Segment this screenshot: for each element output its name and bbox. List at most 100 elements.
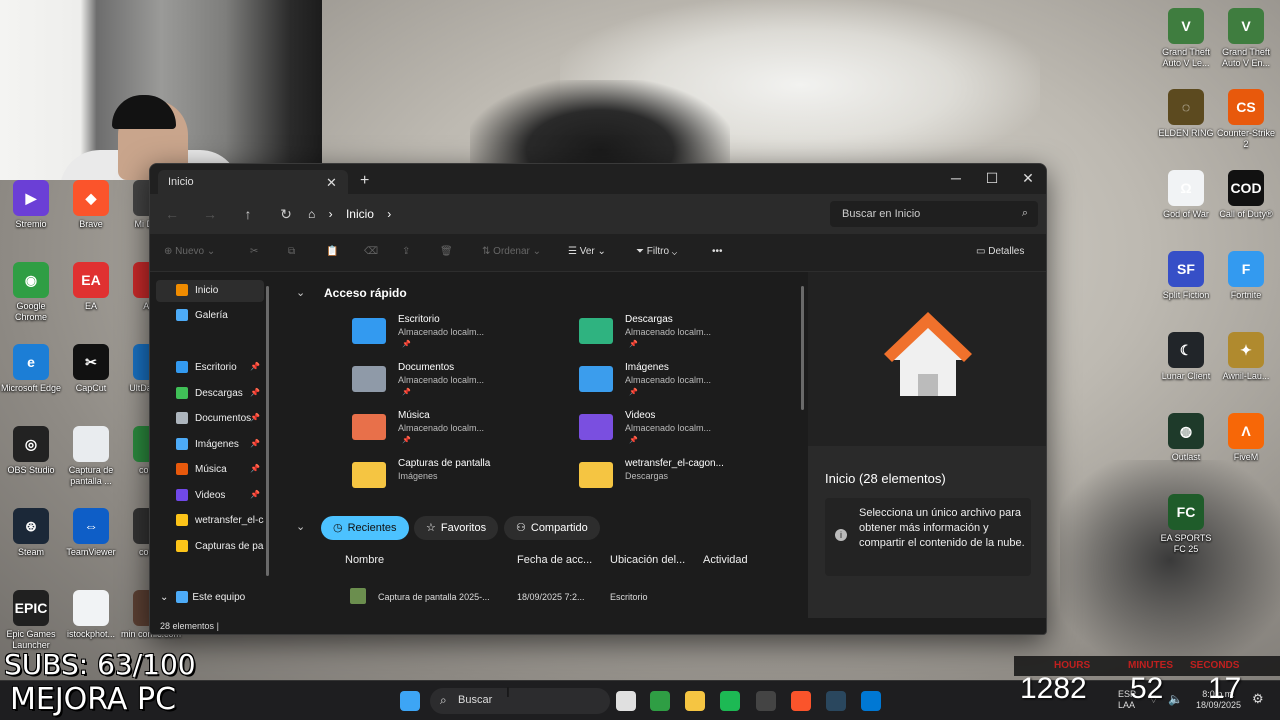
desktop-shortcut[interactable]: EA EA xyxy=(60,262,122,312)
desktop-shortcut[interactable]: ✂ CapCut xyxy=(60,344,122,394)
minimize-button[interactable]: ─ xyxy=(938,166,974,190)
column-header[interactable]: Actividad xyxy=(703,554,748,566)
desktop-shortcut[interactable]: V Grand Theft Auto V En... xyxy=(1215,8,1277,69)
store-icon[interactable] xyxy=(861,691,881,711)
home-icon[interactable]: ⌂ xyxy=(308,207,315,221)
column-header[interactable]: Ubicación del... xyxy=(610,554,685,566)
quick-access-item[interactable]: Imágenes Almacenado localm... 📌 xyxy=(579,362,799,402)
filter-2[interactable]: ⚇ Compartido xyxy=(504,516,600,540)
volume-icon[interactable]: 🔈 xyxy=(1168,693,1183,705)
sidebar-pinned-item[interactable]: Descargas 📌 xyxy=(156,383,264,405)
delete-icon[interactable]: 🗑 xyxy=(440,246,453,257)
sidebar-pinned-item[interactable]: Documentos 📌 xyxy=(156,408,264,430)
desktop-shortcut[interactable]: SF Split Fiction xyxy=(1155,251,1217,301)
obs-taskbar-icon[interactable] xyxy=(756,691,776,711)
close-tab-icon[interactable]: ✕ xyxy=(326,175,337,191)
sidebar-pinned-item[interactable]: wetransfer_el-ca xyxy=(156,510,264,532)
desktop-shortcut[interactable]: ◍ Outlast xyxy=(1155,413,1217,463)
sidebar-pinned-item[interactable]: Imágenes 📌 xyxy=(156,434,264,456)
sidebar-pinned-item[interactable]: Videos 📌 xyxy=(156,485,264,507)
taskview-icon[interactable] xyxy=(616,691,636,711)
filter-1[interactable]: ☆ Favoritos xyxy=(414,516,499,540)
desktop-shortcut[interactable]: e Microsoft Edge xyxy=(0,344,62,394)
forward-button[interactable]: → xyxy=(200,204,220,224)
copy-icon[interactable]: ⧉ xyxy=(288,246,295,257)
breadcrumb-chevron-icon[interactable]: › xyxy=(387,207,391,221)
column-header[interactable]: Nombre xyxy=(345,554,384,566)
desktop-shortcut[interactable]: Captura de pantalla ... xyxy=(60,426,122,487)
desktop-shortcut[interactable]: ✦ Awnil-Lau... xyxy=(1215,332,1277,382)
sidebar-item-1[interactable]: Galería xyxy=(156,305,264,327)
desktop-shortcut[interactable]: CS Counter-Strike 2 xyxy=(1215,89,1277,150)
column-header[interactable]: Fecha de acc... xyxy=(517,554,592,566)
filter-button[interactable]: ⏷ Filtro ⌄ xyxy=(636,246,677,257)
sidebar-this-pc[interactable]: ⌄ Este equipo xyxy=(154,587,262,609)
desktop-shortcut[interactable]: COD Call of Duty® xyxy=(1215,170,1277,220)
paste-icon[interactable]: 📋 xyxy=(326,246,338,257)
view-button[interactable]: ☰ Ver ⌄ xyxy=(568,246,606,257)
row-name[interactable]: Captura de pantalla 2025-... xyxy=(378,592,490,602)
view-label: Ver xyxy=(579,246,595,257)
brave-taskbar-icon[interactable] xyxy=(791,691,811,711)
content-scrollbar[interactable] xyxy=(801,286,804,410)
desktop-shortcut[interactable]: Ω God of War xyxy=(1155,170,1217,220)
desktop-shortcut[interactable]: ◎ OBS Studio xyxy=(0,426,62,476)
share-icon[interactable]: ⇪ xyxy=(402,246,410,257)
desktop-shortcut[interactable]: istockphot... xyxy=(60,590,122,640)
rename-icon[interactable]: ⌫ xyxy=(364,246,378,257)
file-explorer-window[interactable]: Inicio ✕ + ─ ☐ ✕ ← → ↑ ↻ ⌂ › Inicio › Bu… xyxy=(149,163,1047,635)
more-options-icon[interactable]: ••• xyxy=(712,246,723,257)
sidebar-pinned-item[interactable]: Capturas de par xyxy=(156,536,264,558)
title-bar[interactable]: Inicio ✕ + ─ ☐ ✕ xyxy=(150,164,1046,194)
steam-taskbar-icon[interactable] xyxy=(826,691,846,711)
desktop-shortcut[interactable]: F Fortnite xyxy=(1215,251,1277,301)
close-window-button[interactable]: ✕ xyxy=(1010,166,1046,190)
sidebar-pinned-item[interactable]: Escritorio 📌 xyxy=(156,357,264,379)
new-tab-button[interactable]: + xyxy=(360,172,369,190)
navigation-pane-scrollbar[interactable] xyxy=(266,286,269,576)
taskbar-search-input[interactable]: ⌕ Buscar xyxy=(430,688,610,714)
up-button[interactable]: ↑ xyxy=(238,204,258,224)
filter-0[interactable]: ◷ Recientes xyxy=(321,516,409,540)
breadcrumb-location[interactable]: Inicio xyxy=(346,207,374,221)
desktop-shortcut[interactable]: ⊛ Steam xyxy=(0,508,62,558)
desktop-shortcut[interactable]: V Grand Theft Auto V Le... xyxy=(1155,8,1217,69)
explorer-taskbar-icon[interactable] xyxy=(685,691,705,711)
cut-icon[interactable]: ✂ xyxy=(250,246,258,257)
spotify-icon[interactable] xyxy=(720,691,740,711)
quick-access-item[interactable]: Descargas Almacenado localm... 📌 xyxy=(579,314,799,354)
desktop-shortcut[interactable]: ◉ Google Chrome xyxy=(0,262,62,323)
quick-access-item[interactable]: Videos Almacenado localm... 📌 xyxy=(579,410,799,450)
new-button[interactable]: ⊕ Nuevo ⌄ xyxy=(164,246,215,257)
quick-access-chevron-icon[interactable]: ⌄ xyxy=(296,286,305,299)
recent-section-chevron-icon[interactable]: ⌄ xyxy=(296,520,305,533)
sort-button[interactable]: ⇅ Ordenar ⌄ xyxy=(482,246,541,257)
refresh-button[interactable]: ↻ xyxy=(276,204,296,224)
desktop-shortcut[interactable]: ⇔ TeamViewer xyxy=(60,508,122,558)
sidebar-item-label: Capturas de par xyxy=(195,540,264,552)
quick-access-item[interactable]: Música Almacenado localm... 📌 xyxy=(352,410,572,450)
desktop-shortcut[interactable]: FC EA SPORTS FC 25 xyxy=(1155,494,1217,555)
chrome-taskbar-icon[interactable] xyxy=(650,691,670,711)
tab-inicio[interactable]: Inicio xyxy=(158,170,348,194)
search-input[interactable]: Buscar en Inicio ⌕ xyxy=(830,201,1038,227)
address-bar[interactable]: ⌂ › Inicio › xyxy=(308,201,818,227)
desktop-shortcut[interactable]: ◆ Brave xyxy=(60,180,122,230)
maximize-button[interactable]: ☐ xyxy=(974,166,1010,190)
quick-access-item[interactable]: Capturas de pantalla Imágenes xyxy=(352,458,572,498)
notification-icon[interactable]: ⚙ xyxy=(1252,692,1264,705)
desktop-shortcut[interactable]: ☾ Lunar Client xyxy=(1155,332,1217,382)
desktop-shortcut[interactable]: ◌ ELDEN RING xyxy=(1155,89,1217,139)
sidebar-pinned-item[interactable]: Música 📌 xyxy=(156,459,264,481)
this-pc-chevron-icon[interactable]: ⌄ xyxy=(160,592,168,603)
quick-access-item[interactable]: wetransfer_el-cagon... Descargas xyxy=(579,458,799,498)
desktop-shortcut[interactable]: ▶ Stremio xyxy=(0,180,62,230)
desktop-shortcut[interactable]: Λ FiveM xyxy=(1215,413,1277,463)
back-button[interactable]: ← xyxy=(162,204,182,224)
sidebar-item-0[interactable]: Inicio xyxy=(156,280,264,302)
windows-start-icon[interactable] xyxy=(400,691,420,711)
quick-access-item[interactable]: Documentos Almacenado localm... 📌 xyxy=(352,362,572,402)
desktop-shortcut[interactable]: EPIC Epic Games Launcher xyxy=(0,590,62,651)
quick-access-item[interactable]: Escritorio Almacenado localm... 📌 xyxy=(352,314,572,354)
details-button[interactable]: ▭ Detalles xyxy=(976,246,1024,257)
